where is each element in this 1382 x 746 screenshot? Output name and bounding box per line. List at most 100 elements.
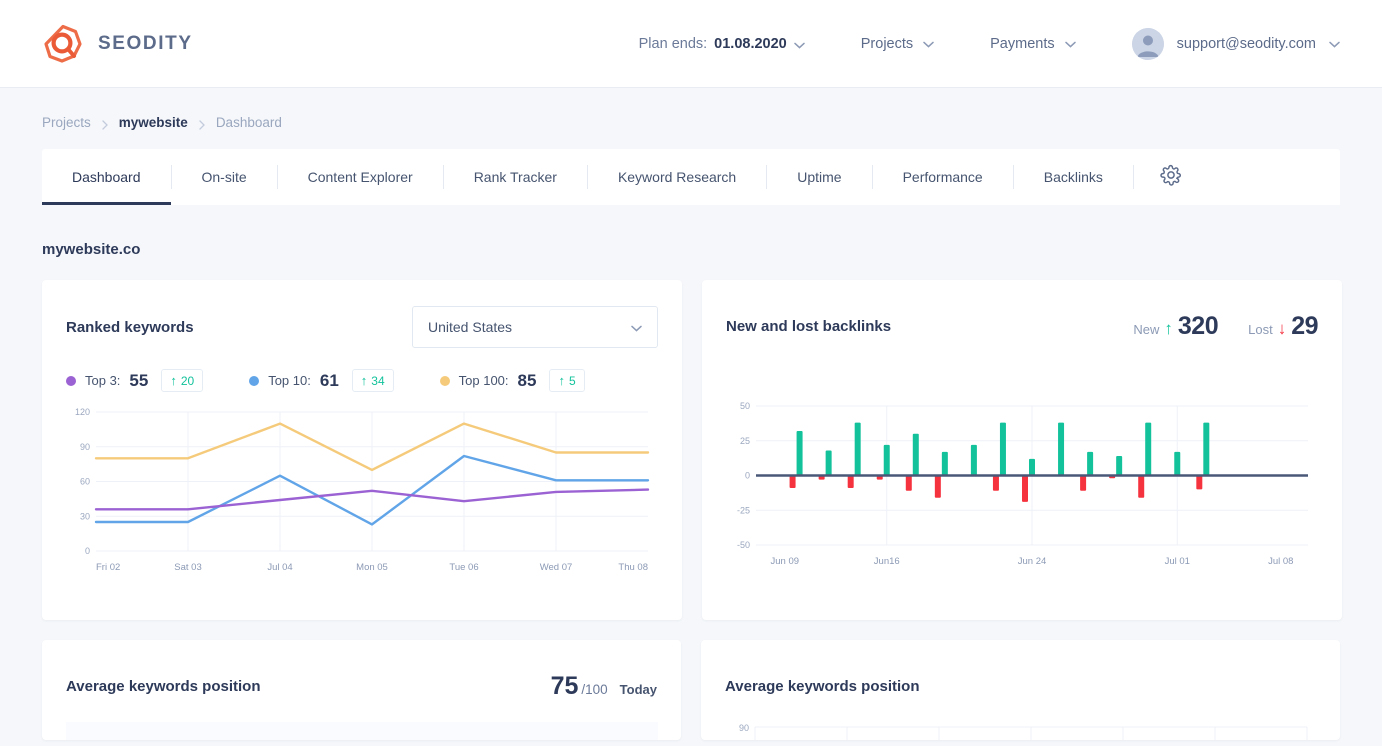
avg-position-period: Today xyxy=(619,681,657,697)
plan-ends-block[interactable]: Plan ends: 01.08.2020 xyxy=(639,36,805,52)
nav-payments-label: Payments xyxy=(990,35,1055,52)
brand-name: SEODITY xyxy=(98,32,193,54)
tab-backlinks-label: Backlinks xyxy=(1043,169,1103,185)
brand[interactable]: SEODITY xyxy=(42,23,193,65)
chevron-down-icon xyxy=(631,325,642,332)
card-new-lost-backlinks: New and lost backlinks New ↑ 320 Lost ↓ … xyxy=(702,280,1342,620)
legend-dot-top10 xyxy=(249,375,260,386)
backlinks-new-value: 320 xyxy=(1177,311,1219,340)
legend-delta-top10: ↑ 34 xyxy=(351,369,394,392)
legend-item-top100[interactable]: Top 100: 85 ↑ 5 xyxy=(439,369,585,392)
tab-rank-tracker-label: Rank Tracker xyxy=(473,169,557,185)
tab-dashboard[interactable]: Dashboard xyxy=(42,149,171,205)
legend-item-top3[interactable]: Top 3: 55 ↑ 20 xyxy=(66,369,204,392)
svg-text:Jul 04: Jul 04 xyxy=(267,562,292,573)
svg-text:Mon 05: Mon 05 xyxy=(356,562,388,573)
card-header: Average keywords position 75 /100 Today xyxy=(66,666,657,706)
chevron-down-icon xyxy=(1329,41,1340,48)
svg-text:Fri 02: Fri 02 xyxy=(96,562,120,573)
legend-label-top10: Top 10: xyxy=(268,373,311,388)
cards-row-bottom: Average keywords position 75 /100 Today … xyxy=(42,640,1340,740)
settings-button[interactable] xyxy=(1134,149,1208,205)
legend-value-top10: 61 xyxy=(319,370,339,390)
card-title-backlinks: New and lost backlinks xyxy=(726,317,892,335)
card-header: Average keywords position xyxy=(725,666,1316,706)
tab-bar: Dashboard On-site Content Explorer Rank … xyxy=(42,149,1340,205)
avg-position-right-chart: 90 xyxy=(725,718,1316,740)
card-average-keywords-position-left: Average keywords position 75 /100 Today xyxy=(42,640,681,740)
card-header: New and lost backlinks New ↑ 320 Lost ↓ … xyxy=(726,306,1318,346)
tab-rank-tracker[interactable]: Rank Tracker xyxy=(444,149,587,205)
breadcrumb: Projects mywebsite Dashboard xyxy=(0,88,1382,130)
legend-delta-value-top3: 20 xyxy=(180,373,195,388)
arrow-up-icon: ↑ xyxy=(1164,318,1173,338)
gear-icon xyxy=(1160,164,1182,191)
card-title-avg-position-right: Average keywords position xyxy=(725,677,920,695)
tab-performance[interactable]: Performance xyxy=(873,149,1013,205)
tab-backlinks[interactable]: Backlinks xyxy=(1014,149,1133,205)
tab-uptime[interactable]: Uptime xyxy=(767,149,871,205)
backlinks-new-stat: New ↑ 320 xyxy=(1133,312,1218,341)
breadcrumb-item-projects[interactable]: Projects xyxy=(42,115,91,130)
backlinks-stats: New ↑ 320 Lost ↓ 29 xyxy=(1133,312,1318,341)
svg-text:Thu 08: Thu 08 xyxy=(618,562,648,573)
nav-payments[interactable]: Payments xyxy=(990,35,1076,52)
legend-value-top3: 55 xyxy=(129,370,149,390)
svg-text:30: 30 xyxy=(80,511,90,521)
backlinks-lost-value: 29 xyxy=(1291,311,1318,340)
seodity-hexagon-magnifier-logo-icon xyxy=(42,23,84,65)
avg-position-denominator: /100 xyxy=(581,681,608,697)
legend-item-top10[interactable]: Top 10: 61 ↑ 34 xyxy=(249,369,394,392)
page-content: mywebsite.co Ranked keywords United Stat… xyxy=(0,241,1382,740)
svg-text:120: 120 xyxy=(75,407,90,417)
card-ranked-keywords: Ranked keywords United States Top 3: 55 … xyxy=(42,280,682,620)
nav-projects-label: Projects xyxy=(860,35,914,52)
plan-ends-value: 01.08.2020 xyxy=(714,35,787,52)
arrow-up-icon: ↑ xyxy=(170,373,177,388)
svg-text:Wed 07: Wed 07 xyxy=(540,562,573,573)
svg-text:90: 90 xyxy=(80,442,90,452)
svg-text:50: 50 xyxy=(740,401,750,411)
chevron-down-icon xyxy=(1064,41,1076,48)
breadcrumb-item-dashboard: Dashboard xyxy=(215,115,282,130)
svg-text:90: 90 xyxy=(739,723,749,733)
tab-on-site[interactable]: On-site xyxy=(172,149,277,205)
svg-text:25: 25 xyxy=(740,436,750,446)
chevron-down-icon xyxy=(923,41,934,48)
svg-text:Jun 09: Jun 09 xyxy=(771,556,800,567)
svg-text:60: 60 xyxy=(80,477,90,487)
svg-text:Tue 06: Tue 06 xyxy=(449,562,478,573)
chart-legend: Top 3: 55 ↑ 20 Top 10: 61 ↑ 34 Top 100: … xyxy=(66,369,658,392)
legend-dot-top3 xyxy=(66,375,76,386)
chevron-down-icon xyxy=(794,42,805,49)
svg-text:-25: -25 xyxy=(737,505,750,515)
tab-keyword-research[interactable]: Keyword Research xyxy=(588,149,766,205)
legend-label-top100: Top 100: xyxy=(458,373,509,388)
tab-performance-label: Performance xyxy=(902,169,983,185)
user-email: support@seodity.com xyxy=(1176,35,1316,52)
tab-dashboard-label: Dashboard xyxy=(72,169,141,185)
breadcrumb-item-mywebsite[interactable]: mywebsite xyxy=(119,115,188,130)
avg-position-left-chart xyxy=(66,722,658,740)
svg-text:0: 0 xyxy=(745,471,750,481)
header-right-group: Plan ends: 01.08.2020 Projects Payments xyxy=(639,27,1340,60)
chevron-right-icon xyxy=(102,118,108,130)
page-title: mywebsite.co xyxy=(42,241,141,258)
legend-delta-value-top10: 34 xyxy=(371,373,385,388)
card-average-keywords-position-right: Average keywords position 90 xyxy=(701,640,1340,740)
svg-text:0: 0 xyxy=(85,546,90,556)
user-menu[interactable]: support@seodity.com xyxy=(1131,27,1340,60)
arrow-up-icon: ↑ xyxy=(558,373,565,388)
legend-value-top100: 85 xyxy=(517,370,537,390)
tab-content-explorer[interactable]: Content Explorer xyxy=(278,149,443,205)
legend-delta-top3: ↑ 20 xyxy=(161,369,204,392)
new-lost-backlinks-bar-chart: -50 -25 0 25 50 Jun 09 Jun16 Jun 24 Jul 01 Jul 08 xyxy=(726,398,1318,573)
backlinks-lost-stat: Lost ↓ 29 xyxy=(1248,312,1318,341)
svg-text:Jun 24: Jun 24 xyxy=(1018,556,1047,567)
arrow-up-icon: ↑ xyxy=(360,373,368,388)
app-header: SEODITY Plan ends: 01.08.2020 Projects P… xyxy=(0,0,1382,88)
nav-projects[interactable]: Projects xyxy=(861,36,934,52)
card-header: Ranked keywords United States xyxy=(66,306,658,348)
country-select[interactable]: United States xyxy=(412,306,658,348)
svg-text:-50: -50 xyxy=(737,540,750,550)
